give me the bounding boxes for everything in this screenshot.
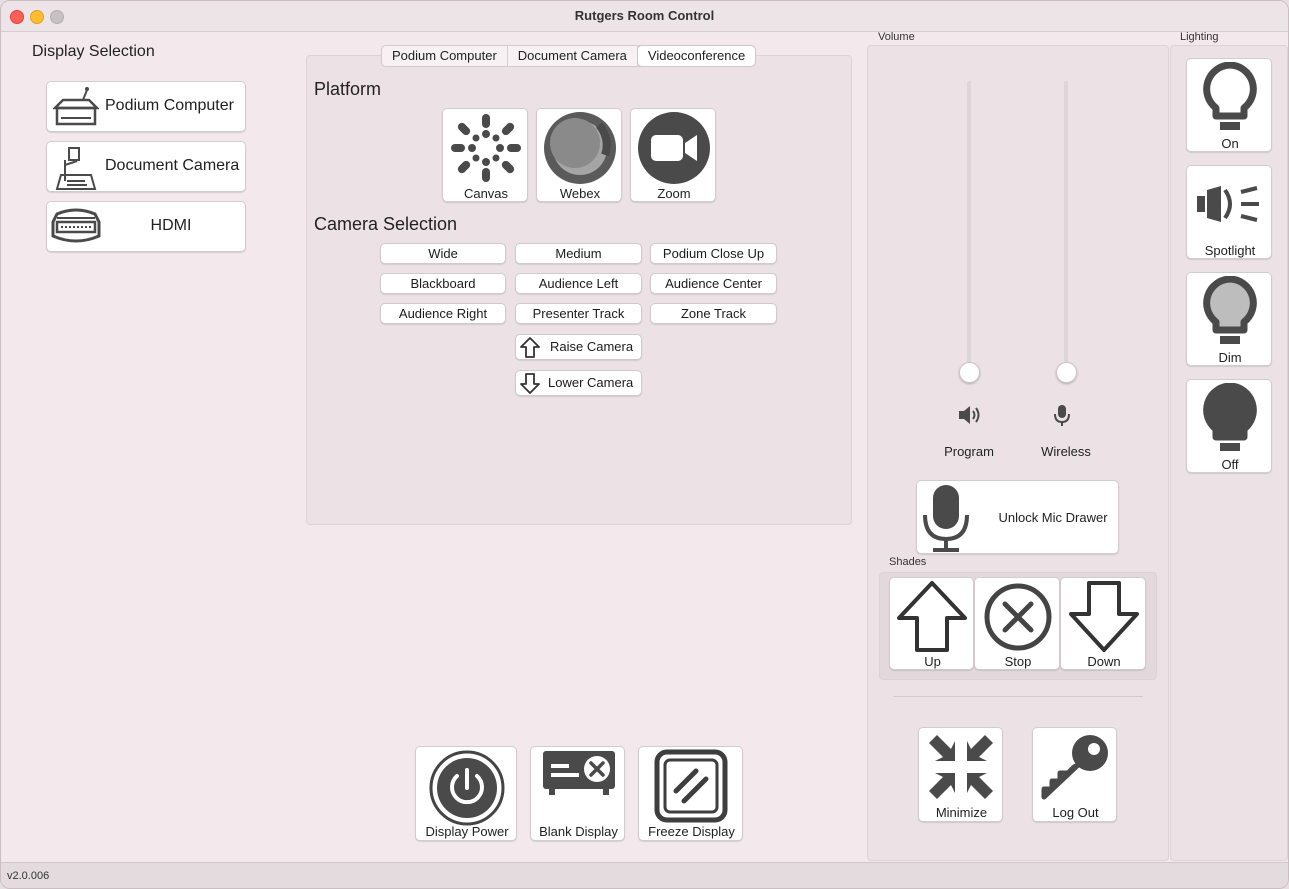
window-title: Rutgers Room Control [574,8,715,23]
blank-display-button[interactable]: Blank Display [530,746,625,841]
volume-title: Volume [878,31,915,43]
lighting-dim-button[interactable]: Dim [1186,272,1272,366]
app-window: Rutgers Room Control Display Selection P… [0,0,1289,889]
canvas-icon [451,114,521,182]
camera-preset-audience-center[interactable]: Audience Center [650,273,777,294]
display-item-label: HDMI [150,217,192,234]
stop-icon [984,583,1052,651]
shades-title: Shades [889,556,927,568]
camera-preset-presenter-track[interactable]: Presenter Track [515,303,642,324]
lighting-on-label: On [1221,136,1239,151]
microphone-icon [923,485,969,552]
program-volume-label: Program [944,444,994,459]
unlock-mic-drawer-button[interactable]: Unlock Mic Drawer [916,480,1119,554]
lighting-title: Lighting [1180,31,1219,43]
camera-preset-podium-close-up[interactable]: Podium Close Up [650,243,777,264]
log-out-label: Log Out [1052,805,1099,820]
version-label: v2.0.006 [7,870,50,882]
shades-up-button[interactable]: Up [889,577,974,670]
spotlight-icon [1197,186,1259,222]
raise-camera-label: Raise Camera [550,339,634,354]
display-power-label: Display Power [425,824,509,839]
panel-divider [893,696,1143,697]
program-volume-slider[interactable] [959,362,980,383]
minimize-label: Minimize [935,805,988,820]
raise-camera-button[interactable]: Raise Camera [515,334,642,360]
wireless-volume-track[interactable] [1064,81,1068,371]
arrow-up-icon [520,337,540,358]
tab-videoconference[interactable]: Videoconference [637,46,756,66]
blank-display-label: Blank Display [539,824,618,839]
unlock-mic-drawer-label: Unlock Mic Drawer [998,510,1108,525]
minimize-button[interactable]: Minimize [918,727,1003,822]
hdmi-icon [51,208,101,243]
arrow-down-icon [1069,581,1139,652]
platform-webex-button[interactable]: Webex [536,108,622,202]
source-tabs: Podium Computer Document Camera Videocon… [381,45,757,67]
freeze-icon [654,749,728,823]
camera-preset-blackboard[interactable]: Blackboard [380,273,506,294]
program-volume-track[interactable] [967,81,971,371]
lighting-spotlight-button[interactable]: Spotlight [1186,165,1272,259]
bulb-dim-icon [1203,276,1257,344]
webex-icon [544,112,616,184]
display-power-button[interactable]: Display Power [415,746,517,841]
platform-canvas-button[interactable]: Canvas [442,108,528,202]
freeze-display-button[interactable]: Freeze Display [638,746,743,841]
volume-panel [867,45,1169,861]
shades-stop-label: Stop [1004,654,1032,669]
camera-selection-title: Camera Selection [314,214,458,234]
minimize-icon [929,735,993,799]
display-hdmi-button[interactable]: HDMI [46,201,246,252]
arrow-up-icon [897,581,967,652]
shades-down-button[interactable]: Down [1060,577,1146,670]
zoom-icon [638,112,710,184]
lighting-off-button[interactable]: Off [1186,379,1272,473]
shades-up-label: Up [924,654,941,669]
display-item-label: Document Camera [105,157,240,174]
key-icon [1041,735,1108,800]
freeze-display-label: Freeze Display [648,824,735,839]
platform-label: Zoom [657,186,691,201]
speaker-icon [959,406,980,424]
platform-title: Platform [314,79,382,99]
display-selection-title: Display Selection [32,43,155,60]
wireless-volume-slider[interactable] [1056,362,1077,383]
display-podium-computer-button[interactable]: Podium Computer [46,81,246,132]
lower-camera-button[interactable]: Lower Camera [515,370,642,396]
camera-preset-medium[interactable]: Medium [515,243,642,264]
document-camera-icon [55,147,97,190]
camera-preset-audience-left[interactable]: Audience Left [515,273,642,294]
power-icon [429,750,505,826]
display-item-label: Podium Computer [105,97,234,114]
platform-label: Webex [559,186,601,201]
microphone-icon [1054,405,1070,426]
log-out-button[interactable]: Log Out [1032,727,1117,822]
bulb-on-icon [1203,62,1257,130]
bulb-off-icon [1203,383,1257,451]
lower-camera-label: Lower Camera [548,375,634,390]
lighting-on-button[interactable]: On [1186,58,1272,152]
platform-label: Canvas [463,186,509,201]
lighting-spotlight-label: Spotlight [1204,243,1256,258]
arrow-down-icon [520,373,540,394]
title-bar: Rutgers Room Control [1,1,1288,32]
platform-zoom-button[interactable]: Zoom [630,108,716,202]
wireless-volume-label: Wireless [1041,444,1091,459]
shades-down-label: Down [1087,654,1121,669]
tab-podium-computer[interactable]: Podium Computer [382,46,508,66]
display-document-camera-button[interactable]: Document Camera [46,141,246,192]
tab-document-camera[interactable]: Document Camera [508,46,638,66]
lighting-off-label: Off [1221,457,1239,472]
status-bar: v2.0.006 [1,862,1288,888]
camera-preset-wide[interactable]: Wide [380,243,506,264]
camera-preset-audience-right[interactable]: Audience Right [380,303,506,324]
camera-preset-zone-track[interactable]: Zone Track [650,303,777,324]
lighting-dim-label: Dim [1218,350,1242,365]
podium-icon [53,87,99,126]
shades-stop-button[interactable]: Stop [974,577,1060,670]
projector-blank-icon [543,751,615,795]
